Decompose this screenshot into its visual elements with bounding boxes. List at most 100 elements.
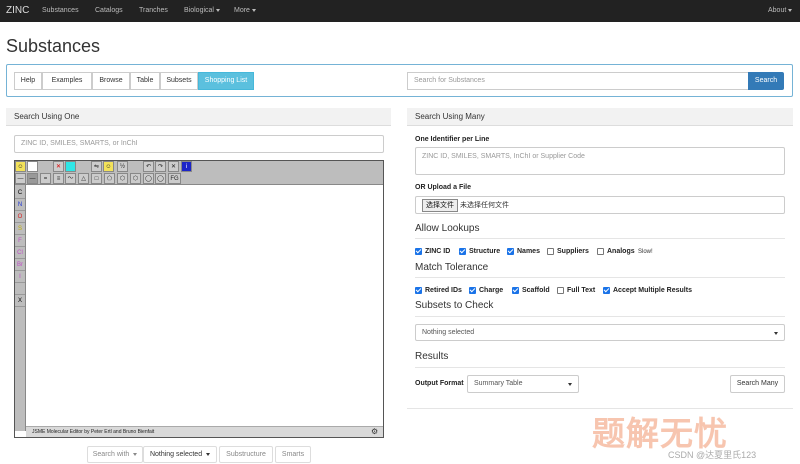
heptagon-icon[interactable]: ◯	[143, 173, 154, 184]
info-icon[interactable]: i	[181, 161, 192, 172]
nav-more[interactable]: More	[234, 7, 256, 14]
single-search-input[interactable]: ZINC ID, SMILES, SMARTS, or InChI	[14, 135, 384, 153]
names-checkbox[interactable]	[507, 248, 514, 255]
atom-blank[interactable]	[15, 283, 25, 295]
triangle-icon[interactable]: △	[78, 173, 89, 184]
benzene-icon[interactable]: ⬡	[130, 173, 141, 184]
search-many-button[interactable]: Search Many	[730, 375, 785, 393]
tab-help[interactable]: Help	[14, 72, 42, 90]
triple-bond-icon[interactable]: ≡	[53, 173, 64, 184]
suppliers-label: Suppliers	[557, 248, 589, 255]
divider	[415, 367, 785, 368]
search-one-header: Search Using One	[6, 108, 391, 126]
divider	[415, 316, 785, 317]
full-text-label: Full Text	[567, 287, 596, 294]
atom-n[interactable]: N	[15, 199, 25, 211]
atom-f[interactable]: F	[15, 235, 25, 247]
search-with-dropdown[interactable]: Search with	[87, 446, 143, 463]
nothing-selected-label: Nothing selected	[149, 451, 203, 458]
retired-ids-label: Retired IDs	[425, 287, 462, 294]
undo-icon[interactable]: ↶	[143, 161, 154, 172]
smiley-icon[interactable]: ☺	[103, 161, 114, 172]
new-icon[interactable]	[27, 161, 38, 172]
chain-icon[interactable]: 〜	[65, 173, 76, 184]
hexagon-icon[interactable]: ⬡	[117, 173, 128, 184]
atom-cl[interactable]: Cl	[15, 247, 25, 259]
divider	[415, 277, 785, 278]
tab-subsets[interactable]: Subsets	[160, 72, 198, 90]
tab-examples[interactable]: Examples	[42, 72, 92, 90]
atom-x[interactable]: X	[15, 295, 25, 307]
react-icon[interactable]: ⇋	[91, 161, 102, 172]
subsets-selected: Nothing selected	[422, 329, 475, 336]
charge-checkbox[interactable]	[469, 287, 476, 294]
tab-table[interactable]: Table	[130, 72, 160, 90]
scaffold-checkbox[interactable]	[512, 287, 519, 294]
file-status: 未选择任何文件	[459, 202, 509, 209]
structure-checkbox[interactable]	[459, 248, 466, 255]
results-title: Results	[415, 351, 449, 362]
single-bond-icon[interactable]: —	[27, 173, 38, 184]
search-button[interactable]: Search	[748, 72, 784, 90]
brand-logo[interactable]: ZINC	[6, 5, 29, 16]
atom-i[interactable]: I	[15, 271, 25, 283]
subsets-select[interactable]: Nothing selected	[415, 324, 785, 341]
analogs-label: Analogs	[607, 248, 635, 255]
template-icon[interactable]: ½	[117, 161, 128, 172]
output-format-select[interactable]: Summary Table	[467, 375, 579, 393]
clear-icon[interactable]: ✕	[168, 161, 179, 172]
nav-biological[interactable]: Biological	[184, 7, 220, 14]
structure-label: Structure	[469, 248, 501, 255]
top-navbar: ZINC Substances Catalogs Tranches Biolog…	[0, 0, 800, 22]
charge-icon[interactable]	[65, 161, 76, 172]
output-format-value: Summary Table	[474, 380, 523, 387]
tab-shopping-list[interactable]: Shopping List	[198, 72, 254, 90]
allow-lookups-title: Allow Lookups	[415, 223, 480, 234]
substance-search-input[interactable]: Search for Substances	[407, 72, 748, 90]
file-upload[interactable]: 选择文件 未选择任何文件	[415, 196, 785, 214]
zinc-id-label: ZINC ID	[425, 248, 451, 255]
square-icon[interactable]: □	[91, 173, 102, 184]
atom-c[interactable]: C	[15, 187, 25, 199]
nothing-selected-dropdown[interactable]: Nothing selected	[143, 446, 217, 463]
single-bond-icon[interactable]: —	[15, 173, 26, 184]
delete-icon[interactable]: ✕	[53, 161, 64, 172]
tab-browse[interactable]: Browse	[92, 72, 130, 90]
jsme-molecule-editor[interactable]: ☺ ✕ ⇋ ☺ ½ ↶ ↷ ✕ i — — = ≡ 〜 △ □ ⬠ ⬡ ⬡ ◯ …	[14, 160, 384, 438]
accept-multiple-checkbox[interactable]	[603, 287, 610, 294]
redo-icon[interactable]: ↷	[155, 161, 166, 172]
smarts-button[interactable]: Smarts	[275, 446, 311, 463]
names-label: Names	[517, 248, 540, 255]
upload-label: OR Upload a File	[415, 184, 472, 191]
substructure-button[interactable]: Substructure	[219, 446, 273, 463]
atom-o[interactable]: O	[15, 211, 25, 223]
functional-group-button[interactable]: FG	[168, 173, 181, 184]
analogs-checkbox[interactable]	[597, 248, 604, 255]
csdn-credit: CSDN @达夏里氏123	[668, 450, 757, 460]
atom-s[interactable]: S	[15, 223, 25, 235]
suppliers-checkbox[interactable]	[547, 248, 554, 255]
chevron-down-icon	[251, 8, 256, 12]
charge-label: Charge	[479, 287, 504, 294]
nav-about[interactable]: About	[768, 7, 793, 14]
jsme-atom-palette: C N O S F Cl Br I X	[15, 185, 26, 431]
jsme-logo-icon: ⚙	[371, 427, 379, 436]
identifiers-textarea[interactable]: ZINC ID, SMILES, SMARTS, InChI or Suppli…	[415, 147, 785, 175]
full-text-checkbox[interactable]	[557, 287, 564, 294]
substance-tab-bar: Help Examples Browse Table Subsets Shopp…	[6, 64, 793, 97]
smiley-icon[interactable]: ☺	[15, 161, 26, 172]
nav-catalogs[interactable]: Catalogs	[95, 7, 123, 14]
pentagon-icon[interactable]: ⬠	[104, 173, 115, 184]
output-format-label: Output Format	[415, 380, 464, 387]
double-bond-icon[interactable]: =	[40, 173, 51, 184]
ring-icon[interactable]: ◯	[155, 173, 166, 184]
atom-br[interactable]: Br	[15, 259, 25, 271]
zinc-id-checkbox[interactable]	[415, 248, 422, 255]
nav-substances[interactable]: Substances	[42, 7, 79, 14]
scaffold-label: Scaffold	[522, 287, 550, 294]
nav-tranches[interactable]: Tranches	[139, 7, 168, 14]
retired-ids-checkbox[interactable]	[415, 287, 422, 294]
choose-file-button[interactable]: 选择文件	[422, 199, 458, 212]
match-tolerance-title: Match Tolerance	[415, 262, 489, 273]
chevron-down-icon	[774, 332, 778, 335]
